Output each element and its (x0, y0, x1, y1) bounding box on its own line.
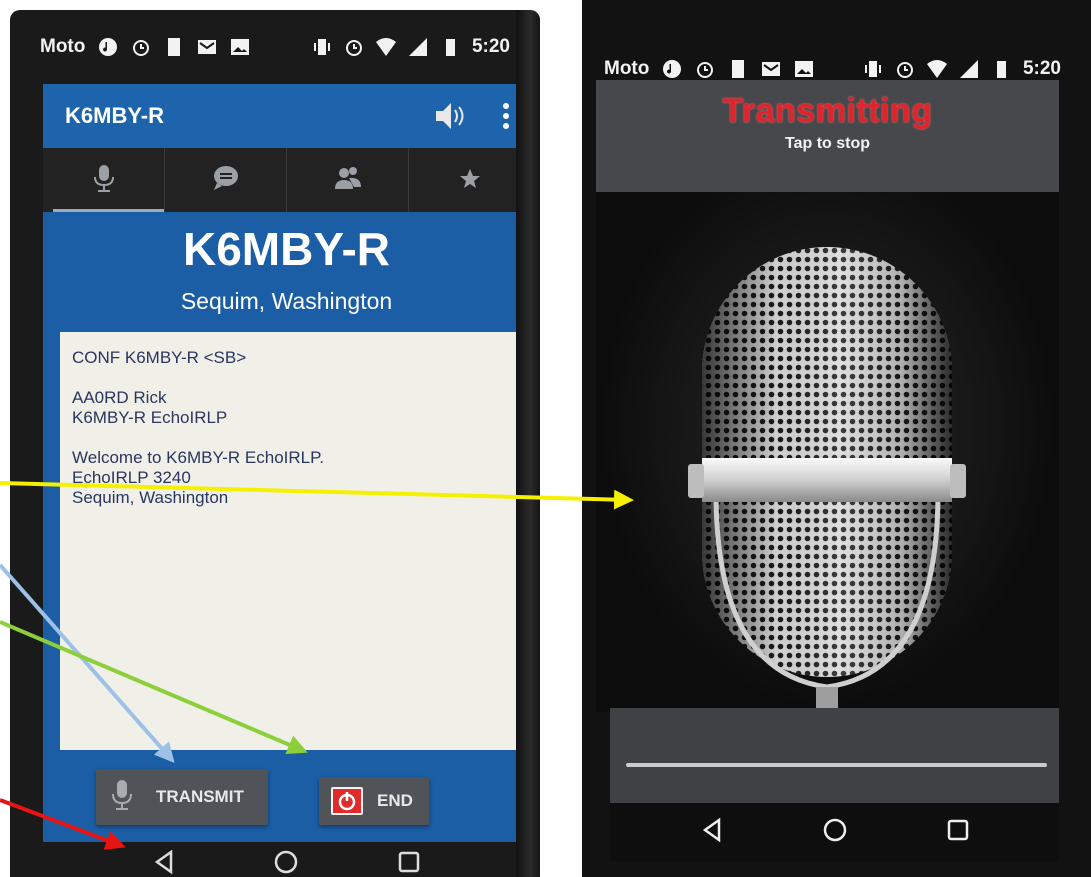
end-label: END (377, 791, 413, 810)
sd-card-icon (164, 37, 184, 57)
station-location: Sequim, Washington (180, 288, 393, 314)
signal-icon (408, 37, 428, 57)
end-button[interactable]: END (319, 777, 429, 825)
microphone-icon (110, 778, 134, 817)
app-bar: K6MBY-R (43, 84, 530, 148)
speaker-icon[interactable] (434, 101, 468, 131)
battery-icon (991, 59, 1011, 79)
message-line: CONF K6MBY-R <SB> (72, 348, 247, 367)
carrier-label: Moto (604, 58, 650, 79)
alarm-icon (131, 37, 151, 57)
vibrate-icon (312, 37, 332, 57)
message-line: EchoIRLP 3240 (72, 468, 191, 487)
wifi-icon (375, 37, 396, 57)
vibrate-icon (863, 59, 883, 79)
music-icon (662, 59, 682, 79)
message-box: CONF K6MBY-R <SB> AA0RD Rick K6MBY-R Ech… (60, 332, 520, 750)
tab-microphone[interactable] (43, 148, 165, 212)
microphone-icon (89, 163, 119, 198)
image-icon (794, 59, 814, 79)
recents-icon[interactable] (396, 849, 422, 877)
tap-to-stop-label: Tap to stop (784, 135, 871, 152)
mail-icon (761, 59, 781, 79)
power-icon (331, 787, 363, 815)
overflow-menu-icon[interactable] (502, 102, 510, 130)
sd-card-icon (728, 59, 748, 79)
audio-level-bar (626, 763, 1047, 767)
message-line: AA0RD Rick (72, 388, 167, 407)
mail-icon (197, 37, 217, 57)
alarm-icon (344, 37, 364, 57)
station-callsign: K6MBY-R (182, 223, 391, 275)
right-phone-screenshot: Moto 5:20 Transmitting Tap to stop (582, 0, 1091, 877)
nav-bar-left (43, 842, 530, 877)
battery-icon (440, 37, 460, 57)
status-bar-left: Moto 5:20 (40, 30, 510, 64)
nav-bar-right (610, 803, 1059, 861)
clock-time: 5:20 (1022, 58, 1061, 79)
music-icon (98, 37, 118, 57)
message-line: Sequim, Washington (72, 488, 229, 507)
message-line: Welcome to K6MBY-R EchoIRLP. (72, 448, 324, 467)
transmit-label: TRANSMIT (156, 787, 244, 806)
microphone-image[interactable] (596, 192, 1059, 712)
message-line (72, 368, 508, 388)
wifi-icon (926, 59, 947, 79)
message-line: K6MBY-R EchoIRLP (72, 408, 228, 427)
microphone-icon (688, 247, 966, 712)
tab-favorites[interactable] (409, 148, 530, 212)
alarm-icon (695, 59, 715, 79)
message-line (72, 428, 508, 448)
left-phone-screenshot: Moto 5:20 K6MBY-R K6MBY-R Sequim, Washin… (10, 10, 540, 877)
audio-level-panel (610, 708, 1059, 803)
tab-people[interactable] (287, 148, 409, 212)
station-panel: K6MBY-R Sequim, Washington CONF K6MBY-R … (43, 212, 530, 842)
carrier-label: Moto (40, 36, 86, 57)
back-icon[interactable] (699, 817, 725, 848)
transmitting-title: Transmitting (722, 92, 933, 130)
chat-icon (211, 163, 241, 198)
image-icon (230, 37, 250, 57)
alarm-icon (895, 59, 915, 79)
recents-icon[interactable] (945, 817, 971, 848)
transmit-button[interactable]: TRANSMIT (96, 769, 268, 825)
transmitting-banner[interactable]: Transmitting Tap to stop (596, 80, 1059, 192)
star-icon (455, 163, 485, 198)
tab-bar (43, 148, 530, 212)
home-icon[interactable] (273, 849, 299, 877)
home-icon[interactable] (822, 817, 848, 848)
back-icon[interactable] (151, 849, 177, 877)
clock-time: 5:20 (471, 36, 510, 57)
people-icon (333, 163, 363, 198)
app-title: K6MBY-R (65, 103, 165, 128)
signal-icon (959, 59, 979, 79)
tab-chat[interactable] (165, 148, 287, 212)
